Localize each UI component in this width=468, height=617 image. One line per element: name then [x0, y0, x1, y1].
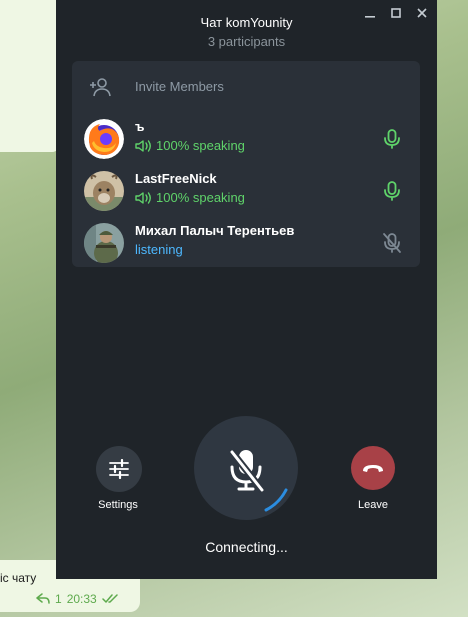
firefox-logo: [84, 119, 124, 159]
status-text: listening: [135, 242, 183, 257]
mute-toggle-button[interactable]: [194, 416, 298, 520]
chat-title: Чат komYounity: [200, 15, 293, 30]
settings-sliders-icon: [109, 459, 129, 479]
participant-name: LastFreeNick: [135, 171, 217, 186]
status-text: 100% speaking: [156, 138, 245, 153]
reply-icon[interactable]: [36, 593, 50, 605]
mic-active-icon[interactable]: [380, 179, 404, 203]
invite-members-label: Invite Members: [135, 79, 224, 94]
message-time: 20:33: [66, 592, 97, 606]
speaker-icon: [135, 191, 151, 204]
voice-chat-window: Чат komYounity 3 participants Invite Mem…: [56, 0, 437, 579]
leave-button[interactable]: [351, 446, 395, 490]
participant-row[interactable]: ъ 100% speaking: [72, 113, 420, 165]
reply-count: 1: [55, 592, 62, 606]
participant-status: listening: [135, 242, 183, 257]
connection-status: Connecting...: [205, 539, 288, 555]
participant-row[interactable]: LastFreeNick 100% speaking: [72, 165, 420, 217]
invite-members-button[interactable]: Invite Members: [72, 61, 420, 113]
mic-active-icon[interactable]: [380, 127, 404, 151]
animal-photo: [84, 171, 124, 211]
chat-message-meta: 1 20:33: [36, 592, 120, 606]
avatar: [84, 223, 124, 263]
settings-button[interactable]: [96, 446, 142, 492]
mic-muted-icon[interactable]: [380, 231, 404, 255]
soldier-photo: [84, 223, 124, 263]
hang-up-icon: [363, 465, 383, 472]
avatar: [84, 119, 124, 159]
participant-name: Михал Палыч Терентьев: [135, 223, 295, 238]
chat-bubble-background: [0, 0, 60, 152]
settings-label: Settings: [98, 499, 138, 511]
participant-count: 3 participants: [207, 34, 286, 49]
participants-panel: Invite Members ъ 100% speaking LastFreeN…: [72, 61, 420, 267]
add-user-icon: [88, 77, 112, 97]
status-text: 100% speaking: [156, 190, 245, 205]
double-check-icon: [101, 594, 120, 604]
participant-name: ъ: [135, 119, 145, 134]
speaker-icon: [135, 139, 151, 152]
chat-message-text: іс чату: [0, 571, 37, 585]
participant-row[interactable]: Михал Палыч Терентьев listening: [72, 217, 420, 269]
leave-label: Leave: [358, 499, 388, 511]
participant-status: 100% speaking: [135, 190, 245, 205]
avatar: [84, 171, 124, 211]
mic-muted-icon: [228, 448, 288, 512]
participant-status: 100% speaking: [135, 138, 245, 153]
